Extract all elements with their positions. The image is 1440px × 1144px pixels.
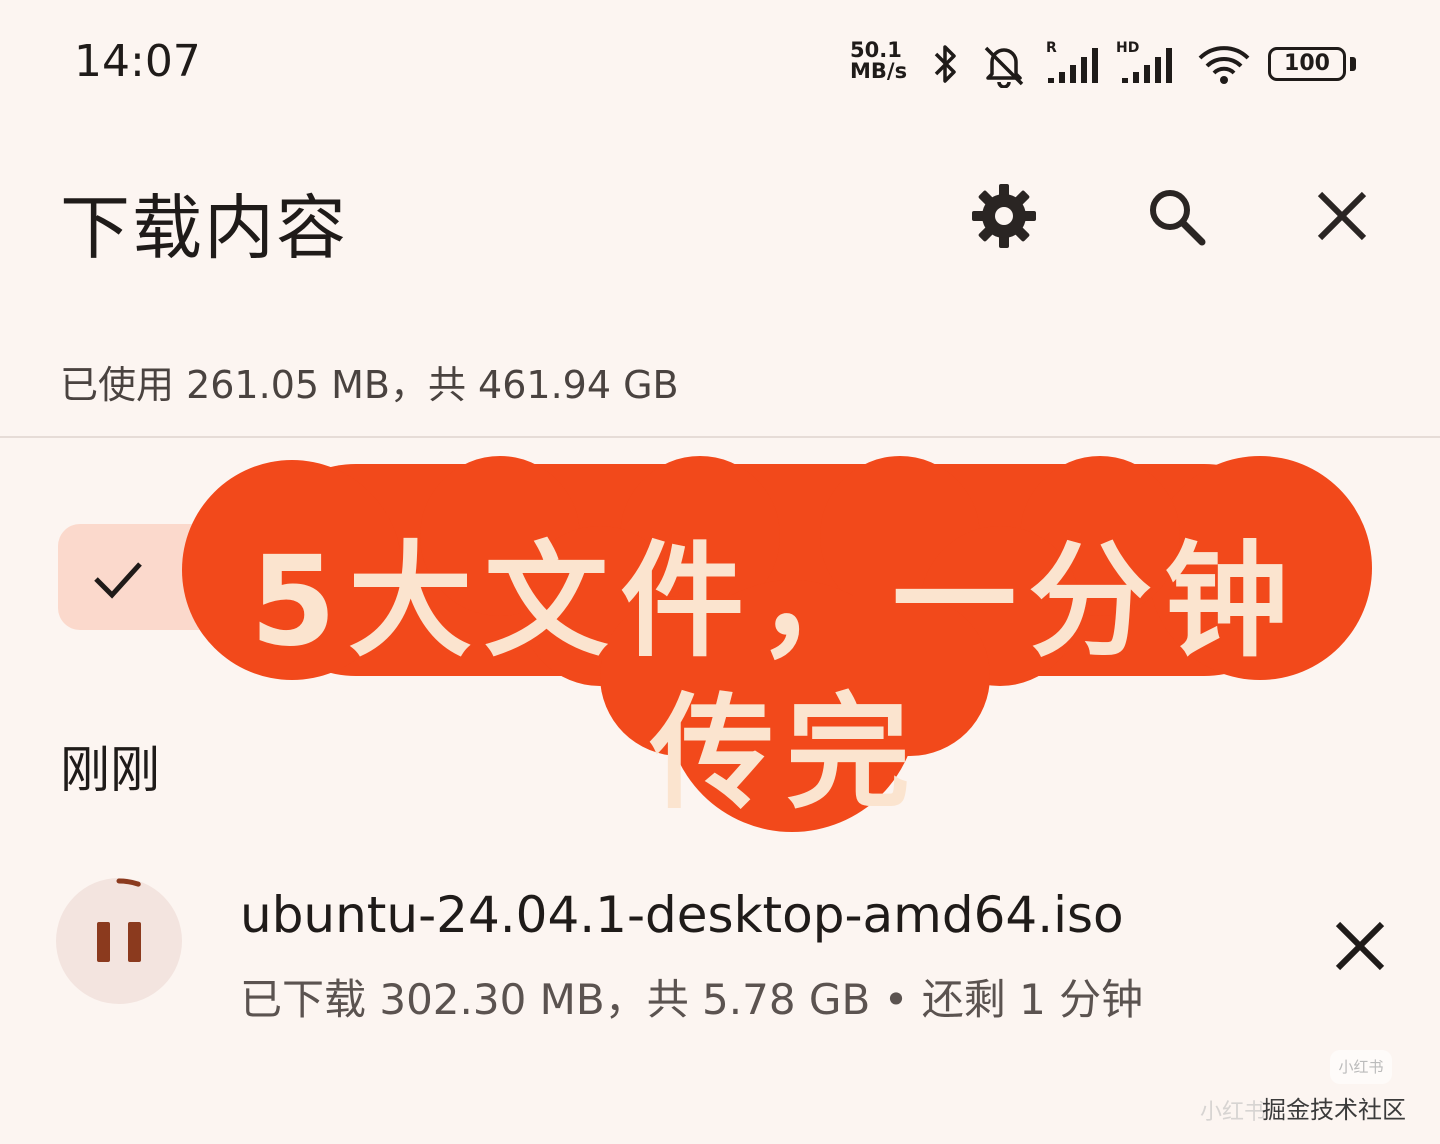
silent-bell-icon [984, 46, 1024, 88]
bluetooth-icon [934, 45, 956, 83]
check-icon [94, 562, 142, 599]
battery-icon: 100 [1268, 47, 1346, 81]
status-time: 14:07 [74, 36, 201, 87]
cancel-download-button[interactable] [1320, 906, 1400, 986]
close-icon [1335, 921, 1385, 971]
promo-overlay: 5大文件，一分钟 传完 [180, 456, 1376, 832]
search-icon [1150, 190, 1206, 246]
storage-summary: 已使用 261.05 MB，共 461.94 GB [60, 363, 679, 407]
close-icon [1317, 191, 1367, 241]
battery-tip [1350, 57, 1356, 71]
watermark-text: 掘金技术社区 [1262, 1096, 1406, 1124]
file-name: ubuntu-24.04.1-desktop-amd64.iso [240, 886, 1124, 944]
network-speed-unit: MB/s [850, 59, 908, 83]
network-speed: 50.1 MB/s [850, 40, 907, 82]
settings-button[interactable] [964, 176, 1044, 256]
download-item[interactable]: ubuntu-24.04.1-desktop-amd64.iso 已下载 302… [0, 860, 1440, 1030]
progress-ring [56, 878, 182, 1004]
signal-icon: HD [1116, 40, 1180, 88]
search-button[interactable] [1136, 176, 1216, 256]
settings-icon [972, 184, 1036, 248]
download-status: 已下载 302.30 MB，共 5.78 GB • 还剩 1 分钟 [240, 975, 1144, 1024]
pause-button[interactable] [54, 876, 184, 1006]
section-heading: 刚刚 [60, 741, 160, 799]
close-button[interactable] [1302, 176, 1382, 256]
watermark-logo: 小红书 [1330, 1050, 1392, 1084]
divider [0, 436, 1440, 438]
watermark-faint: 小红书 [1200, 1100, 1267, 1125]
signal-icon: R [1046, 40, 1104, 88]
promo-subline: 传完 [650, 682, 923, 826]
network-speed-value: 50.1 [850, 38, 902, 62]
page-title: 下载内容 [60, 187, 348, 269]
wifi-icon [1198, 46, 1250, 84]
